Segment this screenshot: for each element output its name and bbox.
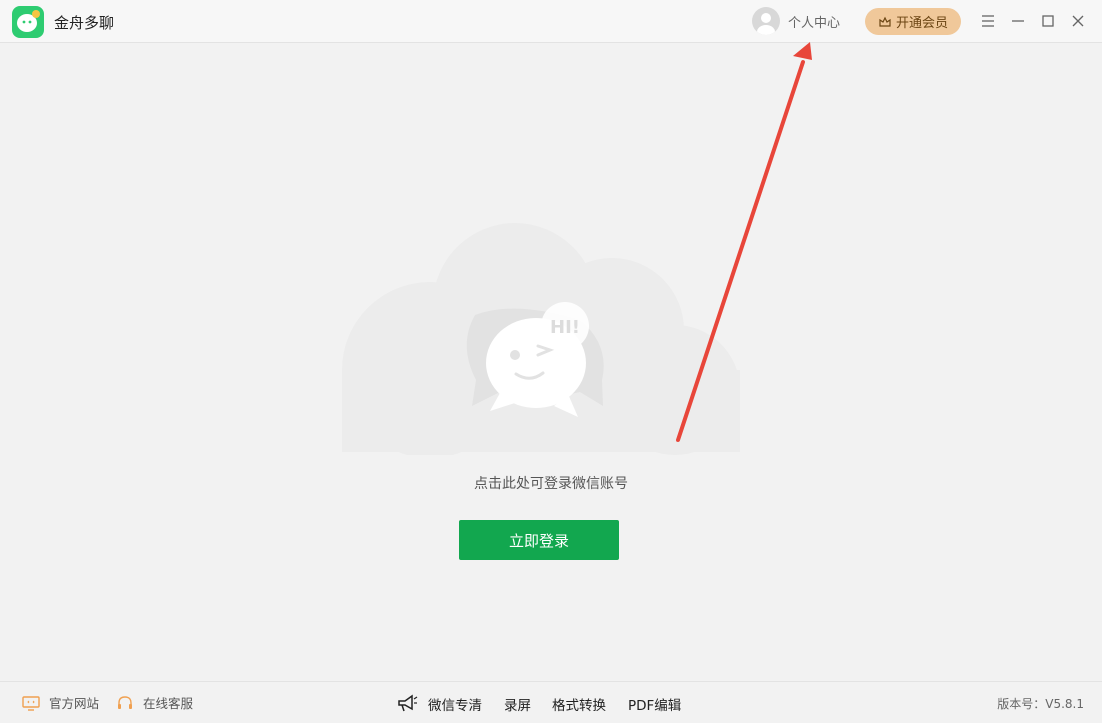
vip-button[interactable]: 开通会员	[865, 8, 961, 35]
megaphone-icon	[398, 694, 418, 712]
official-website-link[interactable]: 官方网站	[22, 693, 99, 712]
crown-icon	[879, 16, 891, 27]
headset-icon	[118, 695, 132, 709]
avatar-icon	[752, 7, 780, 35]
hi-bubble-text: HI!	[550, 317, 580, 338]
login-prompt[interactable]: 点击此处可登录微信账号	[0, 473, 1102, 493]
login-illustration[interactable]: HI!	[340, 180, 742, 459]
user-center-button[interactable]: 个人中心	[752, 7, 840, 35]
format-convert-link[interactable]: 格式转换	[552, 694, 606, 714]
login-button[interactable]: 立即登录	[459, 520, 619, 560]
close-icon[interactable]	[1068, 11, 1088, 31]
monitor-icon	[22, 695, 40, 711]
minimize-icon[interactable]	[1008, 11, 1028, 31]
app-logo-icon	[12, 6, 44, 38]
online-support-label: 在线客服	[143, 696, 194, 711]
screen-record-link[interactable]: 录屏	[504, 694, 531, 714]
official-website-label: 官方网站	[49, 696, 100, 711]
version-label: 版本号：V5.8.1	[997, 697, 1084, 711]
title-bar: 金舟多聊 个人中心 开通会员	[0, 0, 1102, 43]
user-center-label: 个人中心	[788, 15, 841, 31]
vip-label: 开通会员	[895, 16, 948, 31]
pdf-edit-link[interactable]: PDF编辑	[628, 694, 681, 714]
app-title: 金舟多聊	[54, 14, 115, 32]
wechat-cleaner-link[interactable]: 微信专清	[428, 694, 482, 714]
footer-bar: 官方网站 在线客服 微信专清 录屏 格式转换 PDF编辑 版本号：V5.8.1	[0, 681, 1102, 723]
maximize-icon[interactable]	[1038, 11, 1058, 31]
online-support-link[interactable]: 在线客服	[116, 693, 193, 712]
menu-icon[interactable]	[978, 11, 998, 31]
